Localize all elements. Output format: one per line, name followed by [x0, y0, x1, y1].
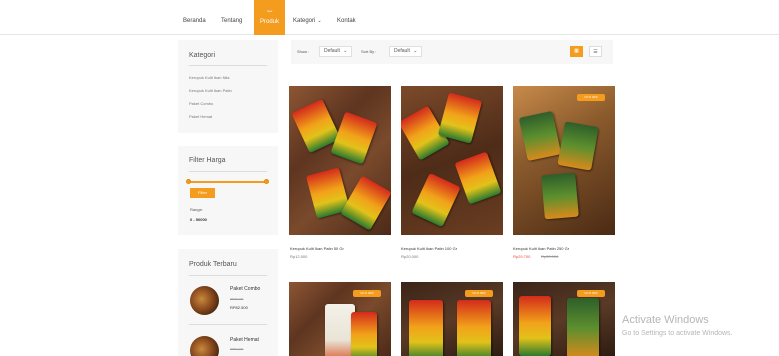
discount-badge: 10 % OFF — [353, 290, 381, 297]
discount-badge: 10 % OFF — [577, 94, 605, 101]
product-package — [351, 312, 377, 356]
price-filter-title: Filter Harga — [189, 157, 226, 164]
price-slider-min-handle[interactable] — [185, 179, 191, 184]
product-image[interactable]: 10 % OFF — [401, 282, 503, 356]
product-name[interactable]: Kerupuk Kulit Ikan Patin 100 Gr — [401, 246, 457, 251]
nav-produk-label: Produk — [259, 19, 279, 25]
range-value: 0 - 50000 — [190, 217, 207, 222]
discount-badge: 10 % OFF — [577, 290, 605, 297]
product-price: Rp29.700 — [513, 254, 531, 259]
category-item[interactable]: Paket Hemat — [189, 114, 212, 119]
nav-produk[interactable]: new Produk — [254, 0, 285, 35]
filter-button[interactable]: Filter — [190, 188, 215, 198]
product-toolbar: Show : Default ⌄ Sort By : Default ⌄ ▦ ☰ — [291, 40, 613, 64]
category-panel: Kategori Kerupuk Kulit Ikan Nila Kerupuk… — [178, 40, 278, 133]
chevron-down-icon: ⌄ — [343, 48, 348, 54]
category-item[interactable]: Kerupuk Kulit Ikan Nila — [189, 75, 229, 80]
nav-kategori[interactable]: Kategori ⌄ — [293, 0, 322, 35]
recent-product-old-price: RP95.000 — [230, 297, 244, 301]
recent-product-thumbnail[interactable] — [190, 336, 219, 356]
top-nav: Beranda Tentang new Produk Kategori ⌄ Kon… — [0, 0, 779, 35]
discount-badge: 10 % OFF — [465, 290, 493, 297]
show-label: Show : — [297, 49, 310, 54]
product-image[interactable]: 10 % OFF — [513, 86, 615, 235]
grid-view-button[interactable]: ▦ — [570, 46, 583, 57]
product-image[interactable]: 10 % OFF — [513, 282, 615, 356]
product-package — [437, 92, 483, 144]
product-package — [519, 296, 551, 356]
nav-kategori-label: Kategori — [293, 18, 316, 24]
sort-label: Sort By : — [361, 49, 377, 54]
product-package — [330, 111, 378, 165]
category-item[interactable]: Kerupuk Kulit Ikan Patin — [189, 88, 232, 93]
recent-products-panel: Produk Terbaru Paket Combo RP95.000 RP82… — [178, 249, 278, 356]
product-package — [409, 300, 443, 356]
product-image[interactable] — [289, 86, 391, 235]
chevron-down-icon: ⌄ — [317, 18, 322, 24]
price-filter-panel: Filter Harga Filter Range: 0 - 50000 — [178, 146, 278, 235]
divider — [189, 171, 267, 172]
product-package — [454, 151, 502, 205]
sort-select-value: Default — [394, 48, 410, 54]
recent-product-old-price: RP50.000 — [230, 347, 244, 351]
grid-icon: ▦ — [574, 48, 579, 54]
product-old-price: Rp33.000 — [541, 254, 559, 259]
show-select[interactable]: Default ⌄ — [319, 46, 352, 57]
product-package — [411, 172, 461, 228]
recent-product-price: RP82.500 — [230, 305, 248, 310]
product-price: Rp20.000 — [401, 254, 419, 259]
product-package — [541, 172, 579, 220]
product-image[interactable]: 10 % OFF — [289, 282, 391, 356]
product-package — [567, 298, 599, 356]
product-package — [557, 121, 599, 171]
recent-title: Produk Terbaru — [189, 261, 237, 268]
nav-tentang[interactable]: Tentang — [221, 0, 242, 35]
activate-windows-title: Activate Windows — [622, 314, 709, 326]
price-slider-track[interactable] — [188, 181, 266, 183]
nav-beranda[interactable]: Beranda — [183, 0, 206, 35]
divider — [189, 324, 267, 325]
nav-new-badge: new — [266, 9, 273, 13]
range-label: Range: — [190, 207, 203, 212]
recent-product-name[interactable]: Paket Combo — [230, 286, 260, 292]
chevron-down-icon: ⌄ — [413, 48, 418, 54]
product-name[interactable]: Kerupuk Kulit Ikan Patin 50 Gr — [290, 246, 344, 251]
sort-select[interactable]: Default ⌄ — [389, 46, 422, 57]
product-image[interactable] — [401, 86, 503, 235]
product-package — [518, 110, 562, 162]
category-item[interactable]: Paket Combo — [189, 101, 213, 106]
divider — [189, 65, 267, 66]
product-name[interactable]: Kerupuk Kulit Ikan Patin 250 Gr — [513, 246, 569, 251]
recent-product-name[interactable]: Paket Hemat — [230, 337, 259, 343]
list-icon: ☰ — [593, 49, 598, 55]
divider — [189, 275, 267, 276]
product-price: Rp12.500 — [290, 254, 308, 259]
product-package — [340, 175, 391, 231]
activate-windows-subtitle: Go to Settings to activate Windows. — [622, 330, 733, 337]
show-select-value: Default — [324, 48, 340, 54]
category-title: Kategori — [189, 52, 216, 59]
nav-kontak[interactable]: Kontak — [337, 0, 356, 35]
price-slider-max-handle[interactable] — [263, 179, 269, 184]
list-view-button[interactable]: ☰ — [589, 46, 602, 57]
recent-product-thumbnail[interactable] — [190, 286, 219, 315]
product-package — [457, 300, 491, 356]
